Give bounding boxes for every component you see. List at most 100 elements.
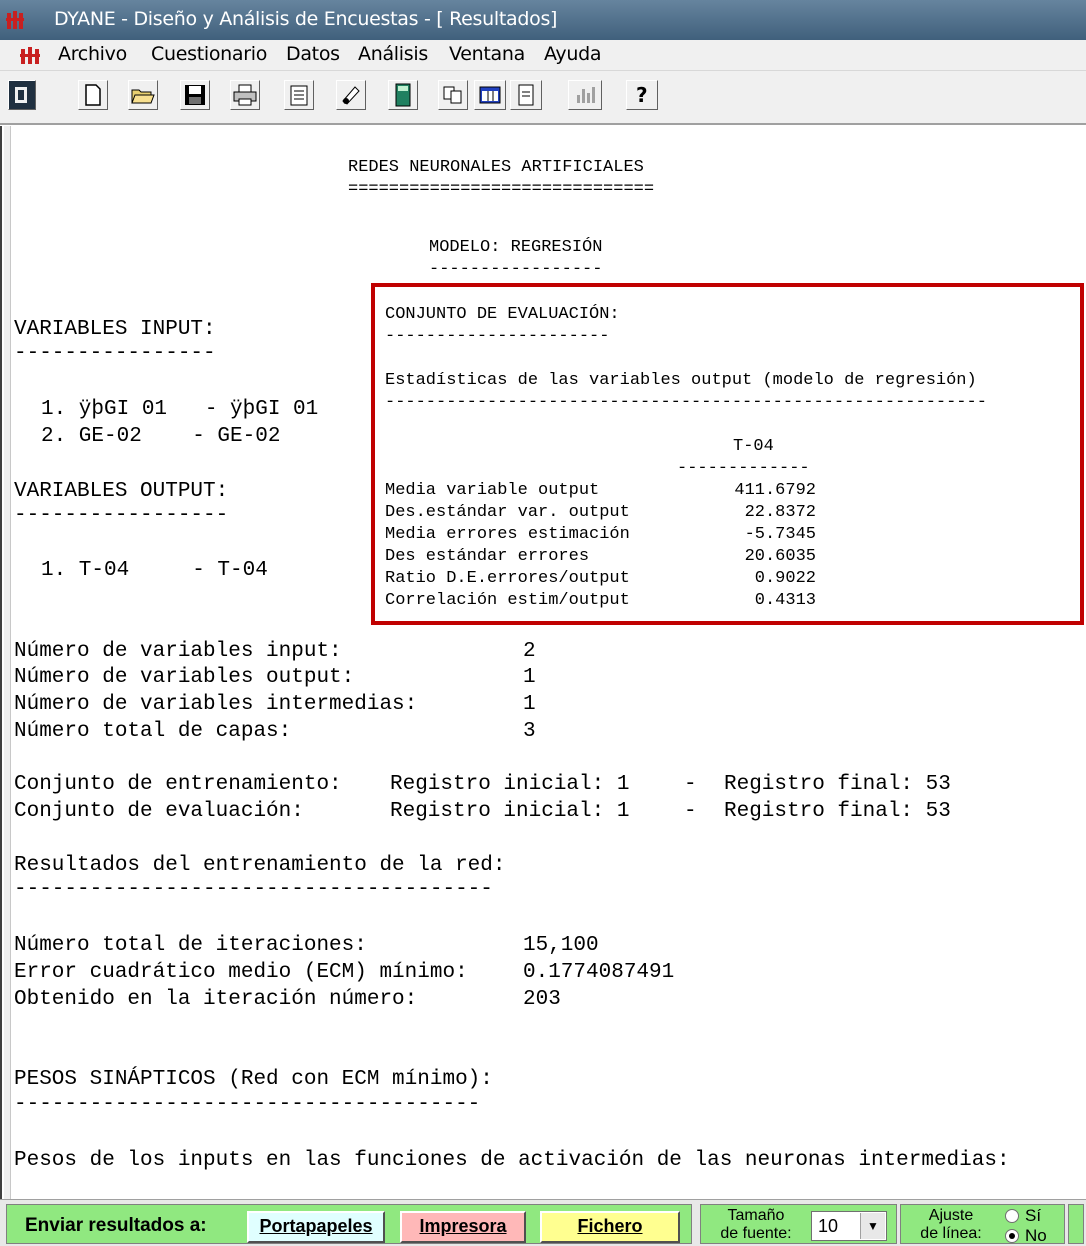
font-size-label-1: Tamaño (727, 1207, 785, 1224)
open-folder-icon[interactable] (128, 80, 158, 110)
copy-icon[interactable] (438, 80, 468, 110)
printer-button[interactable]: Impresora (400, 1211, 526, 1243)
training-label: Error cuadrático medio (ECM) mínimo: (14, 961, 468, 984)
eval-rule: ---------------------- (385, 327, 610, 346)
outputs-header: VARIABLES OUTPUT: (14, 480, 229, 503)
help-icon[interactable]: ? (626, 80, 658, 110)
count-value: 2 (523, 640, 536, 663)
set-separator: - (684, 800, 697, 823)
line-adjust-no-label: No (1025, 1226, 1047, 1245)
stats-column-header: T-04 (733, 437, 774, 456)
weights-header: PESOS SINÁPTICOS (Red con ECM mínimo): (14, 1068, 493, 1091)
stats-rule: ----------------------------------------… (385, 393, 987, 412)
stats-column-rule: ------------- (677, 459, 810, 478)
stat-label: Des estándar errores (385, 547, 590, 566)
stat-label: Media variable output (385, 481, 600, 500)
stat-label: Correlación estim/output (385, 591, 630, 610)
count-value: 1 (523, 693, 536, 716)
font-size-value: 10 (818, 1216, 839, 1236)
line-adjust-panel: Ajuste de línea: Sí No (900, 1204, 1065, 1245)
new-file-icon[interactable] (78, 80, 108, 110)
input-item-2: 2. GE-02 - GE-02 (41, 425, 281, 448)
table-icon[interactable] (474, 80, 506, 110)
edit-icon[interactable] (336, 80, 366, 110)
window-title: DYANE - Diseño y Análisis de Encuestas -… (54, 8, 558, 30)
stat-value: 411.6792 (734, 481, 816, 500)
inputs-rule: ---------------- (14, 342, 216, 365)
eval-header: CONJUNTO DE EVALUACIÓN: (385, 305, 620, 324)
app-icon[interactable] (8, 80, 36, 110)
count-label: Número total de capas: (14, 720, 292, 743)
input-item-1: 1. ÿþGI 01 - ÿþGI 01 (41, 398, 319, 421)
count-label: Número de variables input: (14, 640, 342, 663)
stat-value: 20.6035 (744, 547, 816, 566)
set-final: Registro final: 53 (724, 773, 951, 796)
chart-icon[interactable] (568, 80, 602, 110)
line-adjust-label-1: Ajuste (928, 1207, 974, 1224)
svg-text:?: ? (636, 84, 648, 106)
weights-rule: ------------------------------------- (14, 1093, 481, 1116)
count-label: Número de variables intermedias: (14, 693, 418, 716)
stat-value: 22.8372 (744, 503, 816, 522)
font-size-label-2: de fuente: (720, 1225, 792, 1242)
menu-ventana[interactable]: Ventana (449, 43, 525, 65)
report-title: REDES NEURONALES ARTIFICIALES (348, 158, 644, 177)
count-value: 1 (523, 666, 536, 689)
stat-value: -5.7345 (744, 525, 816, 544)
bottom-right-edge (1068, 1204, 1084, 1244)
line-adjust-yes-radio[interactable] (1005, 1209, 1019, 1223)
stats-header: Estadísticas de las variables output (mo… (385, 371, 977, 390)
weights-description: Pesos de los inputs en las funciones de … (14, 1149, 1010, 1172)
training-value: 0.1774087491 (523, 961, 675, 984)
notepad-icon[interactable] (284, 80, 314, 110)
training-header: Resultados del entrenamiento de la red: (14, 854, 506, 877)
document-logo-icon[interactable] (20, 46, 46, 66)
training-label: Obtenido en la iteración número: (14, 988, 418, 1011)
content-left-edge (4, 126, 11, 1199)
chevron-down-icon[interactable]: ▼ (860, 1213, 885, 1239)
set-initial: Registro inicial: 1 (390, 800, 630, 823)
training-label: Número total de iteraciones: (14, 934, 367, 957)
model-label: MODELO: REGRESIÓN (429, 238, 603, 257)
send-results-label: Enviar resultados a: (25, 1215, 207, 1236)
stat-label: Media errores estimación (385, 525, 630, 544)
clipboard-button[interactable]: Portapapeles (247, 1211, 385, 1243)
menu-analisis[interactable]: Análisis (358, 43, 428, 65)
stat-label: Des.estándar var. output (385, 503, 630, 522)
print-icon[interactable] (230, 80, 260, 110)
calculator-icon[interactable] (388, 80, 418, 110)
menu-cuestionario[interactable]: Cuestionario (151, 43, 267, 65)
document-icon[interactable] (510, 80, 542, 110)
stat-value: 0.4313 (754, 591, 816, 610)
menu-bar: Archivo Cuestionario Datos Análisis Vent… (0, 40, 1086, 71)
file-button[interactable]: Fichero (540, 1211, 680, 1243)
font-size-panel: Tamaño de fuente: 10 ▼ (700, 1204, 897, 1244)
set-separator: - (684, 773, 697, 796)
outputs-rule: ----------------- (14, 504, 229, 527)
font-size-select[interactable]: 10 ▼ (811, 1211, 887, 1241)
menu-archivo[interactable]: Archivo (58, 43, 127, 65)
report-title-rule: ============================== (348, 180, 655, 199)
training-rule: -------------------------------------- (14, 878, 493, 901)
model-rule: ----------------- (429, 260, 603, 279)
title-bar: DYANE - Diseño y Análisis de Encuestas -… (0, 0, 1086, 40)
send-results-panel: Enviar resultados a: Portapapeles Impres… (6, 1204, 692, 1244)
count-label: Número de variables output: (14, 666, 355, 689)
set-final: Registro final: 53 (724, 800, 951, 823)
line-adjust-label-2: de línea: (920, 1225, 982, 1242)
menu-datos[interactable]: Datos (286, 43, 340, 65)
training-value: 203 (523, 988, 561, 1011)
save-icon[interactable] (180, 80, 210, 110)
app-logo-icon (6, 11, 24, 29)
count-value: 3 (523, 720, 536, 743)
stat-value: 0.9022 (754, 569, 816, 588)
set-label: Conjunto de evaluación: (14, 800, 304, 823)
inputs-header: VARIABLES INPUT: (14, 318, 216, 341)
set-label: Conjunto de entrenamiento: (14, 773, 342, 796)
line-adjust-yes-label: Sí (1025, 1206, 1042, 1225)
toolbar: ? (0, 71, 1086, 125)
training-value: 15,100 (523, 934, 599, 957)
set-initial: Registro inicial: 1 (390, 773, 630, 796)
menu-ayuda[interactable]: Ayuda (544, 43, 602, 65)
line-adjust-no-radio[interactable] (1005, 1229, 1019, 1243)
